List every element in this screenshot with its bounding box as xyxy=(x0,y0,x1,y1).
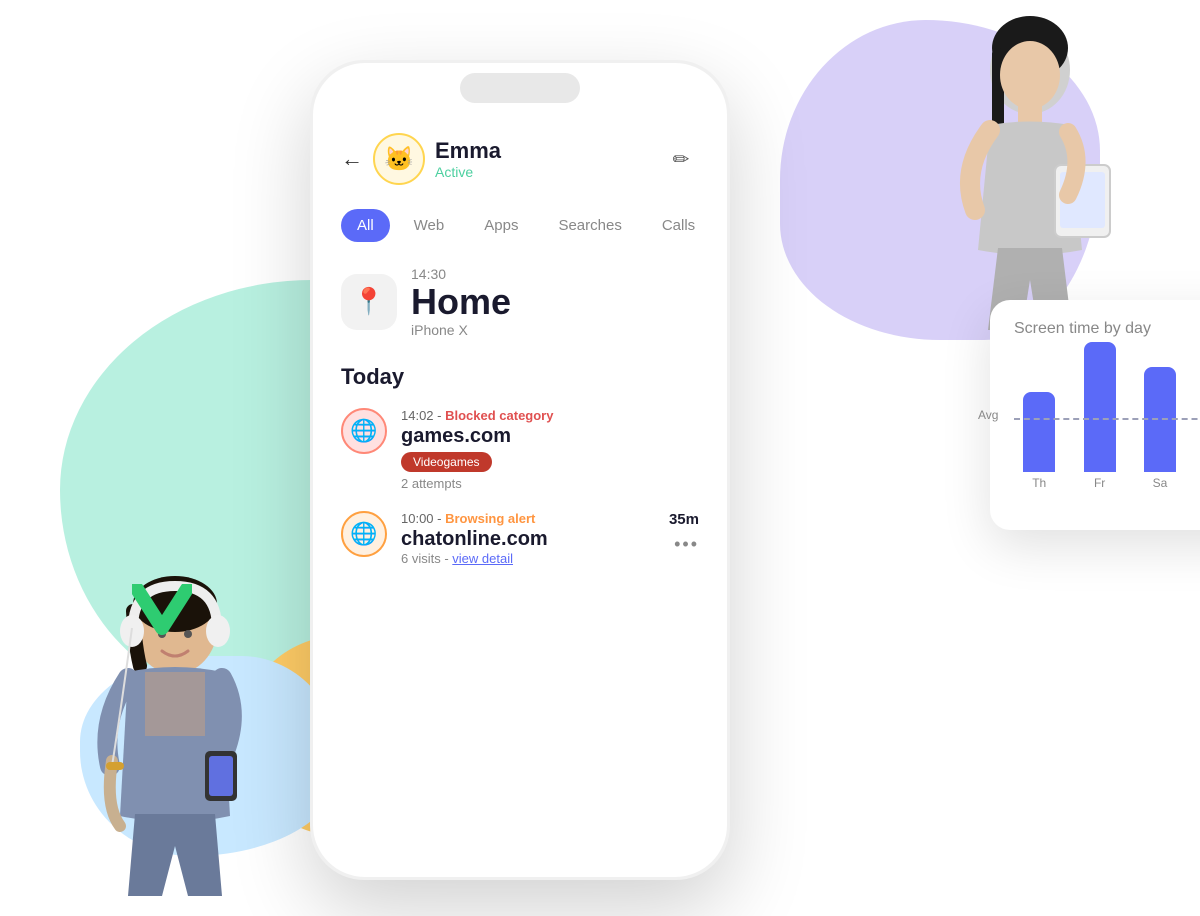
activity-visits: 6 visits - view detail xyxy=(401,551,655,566)
edit-button[interactable]: ✏ xyxy=(663,141,699,177)
chart-area: Avg Th Fr Sa Su Mo 2h 10m xyxy=(1014,354,1200,514)
screen-time-card: Screen time by day Avg Th Fr Sa Su Mo 2h… xyxy=(990,300,1200,530)
location-section: 📍 14:30 Home iPhone X xyxy=(341,266,699,338)
bar-th xyxy=(1023,392,1055,472)
location-time: 14:30 xyxy=(411,266,511,282)
bar-label-sa: Sa xyxy=(1153,476,1168,490)
phone-notch xyxy=(460,73,580,103)
activity-time-chat: 10:00 - xyxy=(401,511,445,526)
tab-calls[interactable]: Calls xyxy=(646,209,711,242)
blocked-label: Blocked category xyxy=(445,408,553,423)
bar-label-fr: Fr xyxy=(1094,476,1105,490)
activity-icon-blocked: 🌐 xyxy=(341,408,387,454)
screen-time-title: Screen time by day xyxy=(1014,320,1200,338)
activity-details-chat: 10:00 - Browsing alert chatonline.com 6 … xyxy=(401,511,655,566)
activity-item-games[interactable]: 🌐 14:02 - Blocked category games.com Vid… xyxy=(341,408,699,491)
chart-bar-sa: Sa xyxy=(1135,367,1185,490)
globe-icon-red: 🌐 xyxy=(350,418,377,444)
page-header: ← 🐱 Emma Active ✏ xyxy=(341,133,699,185)
chart-bar-fr: Fr xyxy=(1074,342,1124,490)
avg-line xyxy=(1014,418,1200,420)
avg-label: Avg xyxy=(978,408,998,422)
activity-site-games: games.com xyxy=(401,425,699,448)
activity-more-button[interactable]: ••• xyxy=(674,534,699,555)
phone-screen: ← 🐱 Emma Active ✏ All Web Apps Searches xyxy=(313,63,727,877)
avatar: 🐱 xyxy=(373,133,425,185)
location-device: iPhone X xyxy=(411,322,511,338)
view-detail-link[interactable]: view detail xyxy=(452,551,513,566)
activity-time-label-chat: 10:00 - Browsing alert xyxy=(401,511,655,526)
tab-all[interactable]: All xyxy=(341,209,390,242)
alert-label: Browsing alert xyxy=(445,511,535,526)
header-left: ← 🐱 Emma Active xyxy=(341,133,501,185)
user-status: Active xyxy=(435,164,501,180)
activity-item-chat[interactable]: 🌐 10:00 - Browsing alert chatonline.com … xyxy=(341,511,699,566)
tab-apps[interactable]: Apps xyxy=(468,209,534,242)
today-title: Today xyxy=(341,364,699,390)
activity-time-games: 14:02 - xyxy=(401,408,445,423)
activity-details-games: 14:02 - Blocked category games.com Video… xyxy=(401,408,699,491)
avatar-emoji: 🐱 xyxy=(384,145,414,174)
bar-label-th: Th xyxy=(1032,476,1046,490)
green-chevron-icon xyxy=(132,584,192,636)
chart-bar-th: Th xyxy=(1014,392,1064,490)
location-icon: 📍 xyxy=(341,274,397,330)
location-name: Home xyxy=(411,282,511,322)
bar-fr xyxy=(1084,342,1116,472)
tab-web[interactable]: Web xyxy=(398,209,461,242)
activity-icon-alert: 🌐 xyxy=(341,511,387,557)
nav-tabs: All Web Apps Searches Calls xyxy=(341,209,699,242)
woman-figure xyxy=(920,10,1140,330)
tab-searches[interactable]: Searches xyxy=(542,209,637,242)
activity-right-chat: 35m ••• xyxy=(669,511,699,555)
back-button[interactable]: ← xyxy=(341,146,363,172)
activity-duration: 35m xyxy=(669,511,699,528)
activity-attempts: 2 attempts xyxy=(401,476,699,491)
user-info: Emma Active xyxy=(435,138,501,180)
activity-time-label-games: 14:02 - Blocked category xyxy=(401,408,699,423)
globe-icon-orange: 🌐 xyxy=(350,521,377,547)
activity-badge-games: Videogames xyxy=(401,452,492,472)
activity-site-chat: chatonline.com xyxy=(401,528,655,551)
user-name: Emma xyxy=(435,138,501,164)
phone-device: ← 🐱 Emma Active ✏ All Web Apps Searches xyxy=(310,60,730,880)
location-info: 14:30 Home iPhone X xyxy=(411,266,511,338)
visits-count: 6 visits - xyxy=(401,551,452,566)
